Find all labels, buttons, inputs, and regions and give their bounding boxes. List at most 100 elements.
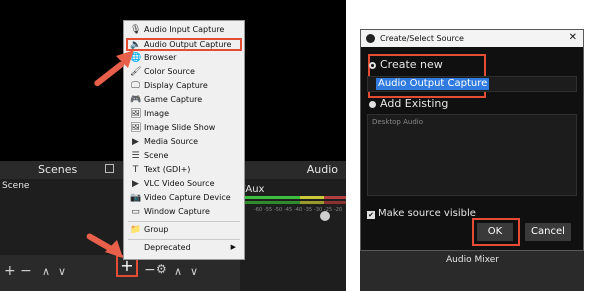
meter-tick: -20: [334, 207, 343, 213]
menu-item-label: Scene: [144, 151, 169, 160]
menu-item-group[interactable]: 📁 Group: [126, 224, 242, 237]
menu-item-scene[interactable]: ☰ Scene: [126, 150, 242, 163]
monitor-icon: 🖵: [131, 81, 140, 91]
text-icon: T: [132, 165, 139, 175]
create-new-label: Create new: [380, 58, 443, 71]
menu-item-label: Image: [144, 109, 170, 118]
audio-mixer-label: Audio Mixer: [446, 255, 499, 265]
meter-tick: -35: [304, 207, 313, 213]
menu-item-label: Deprecated: [144, 243, 191, 252]
volume-meter-yellow: [300, 196, 324, 199]
scenes-dock-header: Scenes: [0, 161, 118, 179]
menu-item-image-slide-show[interactable]: 🖼 Image Slide Show: [126, 122, 242, 135]
submenu-arrow-icon: ▶: [230, 243, 236, 251]
slideshow-icon: 🖼: [130, 123, 142, 133]
list-icon: ☰: [131, 151, 140, 161]
none: [130, 243, 141, 254]
microphone-icon: 🎙: [130, 25, 142, 35]
move-source-down-button[interactable]: ∨: [190, 265, 198, 278]
menu-item-label: Browser: [144, 53, 177, 62]
menu-item-label: Window Capture: [144, 207, 210, 216]
audio-mixer-strip: Audio Mixer: [360, 251, 584, 291]
audio-channel-label: /Aux: [242, 184, 265, 195]
scenes-toolbar: + − ∧ ∨: [0, 255, 118, 291]
menu-item-browser[interactable]: 🌐 Browser: [126, 52, 242, 65]
dock-float-icon[interactable]: [105, 164, 114, 173]
menu-item-label: Video Capture Device: [144, 193, 231, 202]
play-icon: ▶: [132, 179, 139, 189]
scenes-title: Scenes: [38, 163, 78, 176]
arrow-head-menu: [116, 50, 134, 68]
menu-item-color-source[interactable]: 🖌 Color Source: [126, 66, 242, 79]
make-visible-label: Make source visible: [378, 208, 476, 219]
scene-item[interactable]: Scene: [2, 181, 29, 191]
add-existing-label: Add Existing: [380, 97, 449, 110]
menu-item-label: Color Source: [144, 67, 195, 76]
volume-meter-red: [324, 196, 346, 199]
menu-item-deprecated[interactable]: Deprecated ▶: [126, 242, 242, 255]
menu-item-window-capture[interactable]: ▭ Window Capture: [126, 206, 242, 219]
menu-item-text-gdi[interactable]: T Text (GDI+): [126, 164, 242, 177]
folder-icon: 📁: [130, 225, 142, 235]
menu-item-vlc-video-source[interactable]: ▶ VLC Video Source: [126, 178, 242, 191]
move-scene-down-button[interactable]: ∨: [58, 265, 66, 278]
menu-item-label: Display Capture: [144, 81, 208, 90]
audio-mixer-header: Audio: [240, 161, 346, 179]
menu-item-label: Audio Input Capture: [144, 25, 225, 34]
add-existing-radio[interactable]: [369, 101, 376, 108]
camera-icon: 📷: [130, 193, 142, 203]
make-visible-checkbox[interactable]: ✔: [367, 211, 375, 219]
add-scene-button[interactable]: +: [4, 263, 16, 279]
ok-button[interactable]: OK: [477, 223, 513, 241]
image-icon: 🖼: [130, 109, 142, 119]
move-source-up-button[interactable]: ∧: [174, 265, 182, 278]
menu-item-image[interactable]: 🖼 Image: [126, 108, 242, 121]
menu-item-label: Image Slide Show: [144, 123, 216, 132]
dialog-title: Create/Select Source: [380, 34, 464, 43]
menu-item-video-capture-device[interactable]: 📷 Video Capture Device: [126, 192, 242, 205]
menu-item-label: Group: [144, 225, 169, 234]
play-icon: ▶: [132, 137, 139, 147]
create-new-radio[interactable]: [369, 62, 376, 69]
menu-item-label: Media Source: [144, 137, 199, 146]
move-scene-up-button[interactable]: ∧: [42, 265, 50, 278]
audio-mixer-panel: /Aux -60 -55 -50 -45 -40 -35 -30 -25 -20: [240, 179, 346, 291]
meter-tick: -45: [284, 207, 293, 213]
existing-source-item[interactable]: Desktop Audio: [372, 118, 423, 126]
volume-slider-knob[interactable]: [320, 211, 330, 221]
gamepad-icon: 🎮: [130, 95, 142, 105]
menu-item-label: Audio Output Capture: [144, 40, 232, 49]
menu-item-audio-input-capture[interactable]: 🎙 Audio Input Capture: [126, 24, 242, 37]
create-select-source-dialog: Create/Select Source ✕ Create new Audio …: [360, 29, 584, 251]
meter-tick: -50: [274, 207, 283, 213]
menu-item-label: Game Capture: [144, 95, 203, 104]
menu-separator: [128, 221, 240, 222]
meter-tick: -55: [264, 207, 273, 213]
close-icon[interactable]: ✕: [569, 32, 577, 43]
audio-mixer-title: Audio: [306, 163, 338, 176]
menu-item-display-capture[interactable]: 🖵 Display Capture: [126, 80, 242, 93]
volume-meter-green: [240, 196, 300, 199]
menu-item-media-source[interactable]: ▶ Media Source: [126, 136, 242, 149]
meter-tick: -60: [254, 207, 263, 213]
menu-separator: [128, 239, 240, 240]
volume-meter-green-2: [240, 201, 300, 204]
existing-sources-list: Desktop Audio: [367, 114, 577, 196]
meter-tick: -40: [294, 207, 303, 213]
window-icon: ▭: [131, 207, 140, 217]
menu-item-game-capture[interactable]: 🎮 Game Capture: [126, 94, 242, 107]
volume-meter-red-2: [324, 201, 346, 204]
menu-item-label: Text (GDI+): [144, 165, 191, 174]
dialog-titlebar: Create/Select Source ✕: [361, 30, 583, 47]
source-name-value: Audio Output Capture: [376, 78, 490, 90]
menu-item-audio-output-capture[interactable]: 🔈 Audio Output Capture: [126, 38, 242, 51]
add-source-menu: 🎙 Audio Input Capture 🔈 Audio Output Captur…: [123, 20, 245, 260]
gear-icon[interactable]: ⚙: [156, 262, 167, 276]
menu-item-label: VLC Video Source: [144, 179, 215, 188]
arrow-head-plus: [105, 240, 123, 258]
cancel-button[interactable]: Cancel: [525, 223, 571, 241]
source-name-input[interactable]: Audio Output Capture: [367, 76, 577, 92]
remove-source-button[interactable]: −: [144, 262, 156, 278]
obs-logo-icon: [366, 34, 375, 43]
remove-scene-button[interactable]: −: [20, 263, 32, 279]
